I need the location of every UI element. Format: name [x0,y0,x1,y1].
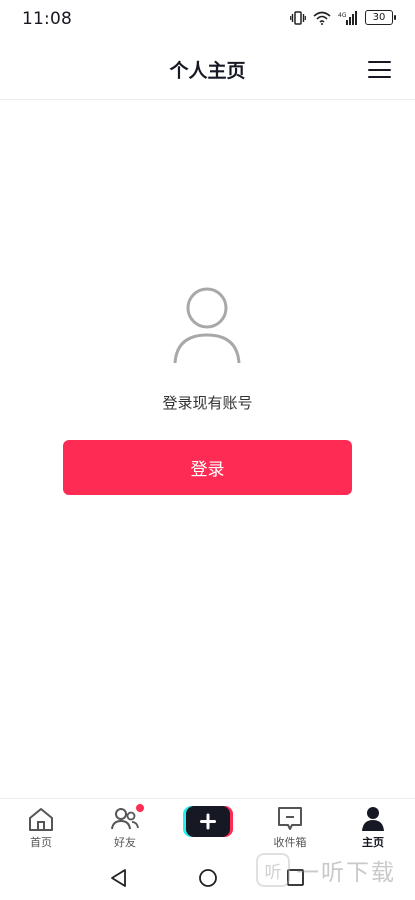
avatar-placeholder-icon [173,287,241,364]
page-title: 个人主页 [169,60,246,82]
status-time: 11:08 [22,9,72,29]
battery-indicator: 30 [365,10,396,25]
nav-item-home[interactable]: 首页 [11,805,71,850]
system-home-icon[interactable] [198,868,218,888]
nav-label-home: 首页 [30,836,52,849]
nav-label-profile: 主页 [362,836,384,849]
nav-label-friends: 好友 [114,836,136,849]
signal-icon: 4G [338,10,357,25]
home-icon [29,808,53,831]
nav-item-profile[interactable]: 主页 [343,805,403,850]
header-divider [0,99,415,100]
login-button[interactable]: 登录 [63,440,352,495]
menu-icon [368,61,391,64]
menu-button[interactable] [368,61,391,79]
login-prompt: 登录现有账号 [162,394,253,412]
watermark: 听 一听下载 [256,853,396,887]
nav-label-inbox: 收件箱 [273,836,307,849]
system-back-icon[interactable] [109,868,129,888]
friends-icon [111,808,139,830]
profile-icon [362,807,384,831]
vibrate-icon [290,10,306,25]
status-icons: 4G 30 [290,10,396,25]
nav-item-inbox[interactable]: 收件箱 [260,805,320,850]
bottom-nav-divider [0,798,415,799]
wifi-icon [313,11,331,25]
inbox-icon [278,807,302,830]
nav-item-friends[interactable]: 好友 [95,804,155,850]
add-icon[interactable] [183,806,233,837]
notification-badge [136,804,144,812]
svg-text:4G: 4G [338,12,347,19]
watermark-logo: 听 [256,853,290,887]
watermark-text: 一听下载 [296,860,396,886]
